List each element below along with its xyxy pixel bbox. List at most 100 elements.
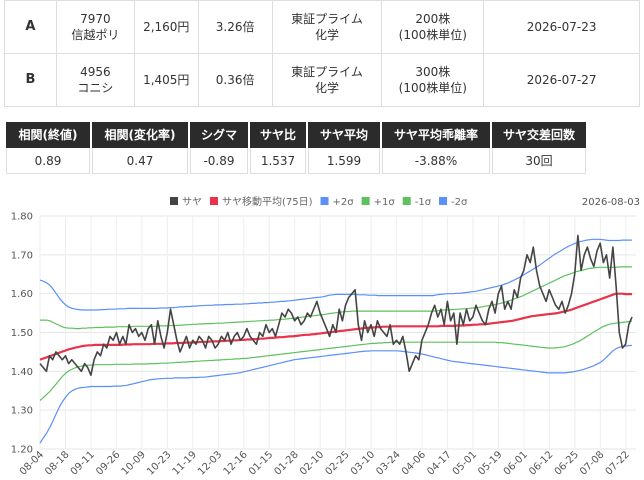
chart-grid bbox=[39, 215, 636, 450]
legend-label: +2σ bbox=[333, 197, 355, 208]
stat-column: サヤ平均 1.599 bbox=[308, 122, 380, 174]
stat-header: シグマ bbox=[190, 122, 248, 148]
stat-value: 0.47 bbox=[92, 148, 188, 174]
x-tick-label: 06-12 bbox=[527, 449, 555, 477]
stat-header: サヤ平均乖離率 bbox=[382, 122, 490, 148]
x-tick-label: 07-22 bbox=[604, 449, 632, 477]
pair-market: 東証プライム bbox=[291, 65, 363, 79]
y-tick-label: 1.80 bbox=[11, 212, 33, 223]
x-tick-label: 02-10 bbox=[298, 449, 326, 477]
x-axis: 08-0408-1809-1109-2610-0910-2311-1912-03… bbox=[18, 449, 632, 477]
y-tick-label: 1.70 bbox=[11, 250, 33, 261]
pair-cell-mkt: 東証プライム 化学 bbox=[271, 53, 383, 107]
pair-cell-unit: 300株 (100株単位) bbox=[381, 53, 485, 107]
legend-label: +1σ bbox=[374, 197, 396, 208]
stat-value: 0.89 bbox=[6, 148, 90, 174]
pair-cell-price: 1,405円 bbox=[133, 53, 199, 107]
y-tick-label: 1.40 bbox=[11, 367, 33, 378]
legend-swatch bbox=[361, 197, 370, 205]
x-tick-label: 12-16 bbox=[222, 449, 250, 477]
pair-cell-mkt: 東証プライム 化学 bbox=[271, 0, 383, 54]
pair-unit: (100株単位) bbox=[398, 28, 467, 42]
stat-column: サヤ比 1.537 bbox=[250, 122, 306, 174]
stat-value: 1.537 bbox=[250, 148, 306, 174]
x-tick-label: 03-24 bbox=[374, 449, 402, 477]
x-tick-label: 10-09 bbox=[120, 449, 148, 477]
pair-cell-per: 3.26倍 bbox=[197, 0, 273, 54]
pair-shares: 300株 bbox=[415, 65, 451, 79]
x-tick-label: 12-03 bbox=[196, 449, 224, 477]
stat-value: -3.88% bbox=[382, 148, 490, 174]
stat-column: サヤ平均乖離率 -3.88% bbox=[382, 122, 490, 174]
stat-header: 相関(終値) bbox=[6, 122, 90, 148]
pair-code: 7970 bbox=[80, 12, 111, 26]
pair-name: コニシ bbox=[77, 81, 114, 95]
x-tick-label: 05-19 bbox=[476, 449, 504, 477]
pair-cell-unit: 200株 (100株単位) bbox=[381, 0, 485, 54]
pair-row: A 7970 信越ポリ 2,160円 3.26倍 東証プライム 化学 200株 (100株単位)… bbox=[4, 0, 640, 54]
y-tick-label: 1.50 bbox=[11, 328, 33, 339]
stat-column: 相関(終値) 0.89 bbox=[6, 122, 90, 174]
x-tick-label: 06-01 bbox=[502, 449, 530, 477]
legend-label: -1σ bbox=[415, 197, 432, 208]
pair-cell-code: 7970 信越ポリ bbox=[55, 0, 135, 54]
series-line-2 bbox=[39, 238, 632, 311]
pair-date: 2026-07-27 bbox=[526, 73, 597, 87]
pair-unit: (100株単位) bbox=[398, 81, 467, 95]
x-tick-label: 06-25 bbox=[553, 449, 581, 477]
legend-swatch bbox=[210, 197, 218, 205]
stat-value: 30回 bbox=[492, 148, 586, 174]
y-axis: 1.80 1.70 1.60 1.50 1.40 1.30 1.20 bbox=[11, 212, 33, 456]
pair-table: A 7970 信越ポリ 2,160円 3.26倍 東証プライム 化学 200株 (100株単位)… bbox=[4, 0, 640, 107]
pair-cell-lbl: B bbox=[4, 53, 57, 107]
x-tick-label: 09-11 bbox=[69, 449, 97, 477]
x-tick-label: 09-26 bbox=[94, 449, 122, 477]
stat-header: 相関(変化率) bbox=[92, 122, 188, 148]
pair-cell-price: 2,160円 bbox=[133, 0, 199, 54]
x-tick-label: 03-10 bbox=[349, 449, 377, 477]
x-tick-label: 01-15 bbox=[247, 449, 275, 477]
legend-swatch bbox=[439, 197, 448, 205]
pair-sector: 化学 bbox=[314, 28, 339, 42]
legend-label: サヤ bbox=[182, 196, 202, 208]
pair-per: 3.26倍 bbox=[215, 20, 255, 34]
y-tick-label: 1.30 bbox=[11, 406, 33, 417]
legend-swatch bbox=[402, 197, 411, 205]
legend-swatch bbox=[170, 197, 178, 205]
pair-code: 4956 bbox=[80, 65, 111, 79]
stat-column: サヤ交差回数 30回 bbox=[492, 122, 586, 174]
stat-value: -0.89 bbox=[190, 148, 248, 174]
stat-header: サヤ平均 bbox=[308, 122, 380, 148]
spread-chart: 2026-08-03 サヤ サヤ移動平均(75日) +2σ +1σ -1σ -2σ 1.8… bbox=[11, 195, 640, 478]
y-tick-label: 1.20 bbox=[11, 445, 33, 456]
chart-date: 2026-08-03 bbox=[582, 197, 640, 208]
y-tick-label: 1.60 bbox=[11, 289, 33, 300]
x-tick-label: 04-17 bbox=[425, 449, 453, 477]
pair-cell-lbl: A bbox=[4, 0, 57, 54]
x-tick-label: 02-25 bbox=[323, 449, 351, 477]
pair-cell-date: 2026-07-27 bbox=[483, 53, 640, 107]
x-tick-label: 01-28 bbox=[272, 449, 300, 477]
pair-price: 2,160円 bbox=[143, 20, 190, 34]
pair-market: 東証プライム bbox=[291, 12, 363, 26]
pair-cell-date: 2026-07-23 bbox=[483, 0, 640, 54]
stat-header: サヤ交差回数 bbox=[492, 122, 586, 148]
pair-name: 信越ポリ bbox=[71, 28, 120, 42]
x-tick-label: 07-08 bbox=[578, 449, 606, 477]
pair-shares: 200株 bbox=[415, 12, 451, 26]
pair-cell-per: 0.36倍 bbox=[197, 53, 273, 107]
stat-column: 相関(変化率) 0.47 bbox=[92, 122, 188, 174]
legend-label: サヤ移動平均(75日) bbox=[222, 195, 313, 208]
pair-date: 2026-07-23 bbox=[526, 20, 597, 34]
stat-value: 1.599 bbox=[308, 148, 380, 174]
x-tick-label: 10-23 bbox=[145, 449, 173, 477]
x-tick-label: 04-06 bbox=[400, 449, 428, 477]
series-line-5 bbox=[39, 344, 633, 444]
chart-legend: サヤ サヤ移動平均(75日) +2σ +1σ -1σ -2σ bbox=[170, 195, 468, 208]
stats-table: 相関(終値) 0.89 相関(変化率) 0.47 シグマ -0.89 サヤ比 1.537 サヤ平… bbox=[6, 122, 588, 174]
x-tick-label: 11-19 bbox=[171, 449, 199, 477]
pair-per: 0.36倍 bbox=[215, 73, 255, 87]
pair-price: 1,405円 bbox=[143, 73, 190, 87]
chart-series bbox=[39, 234, 633, 444]
x-tick-label: 05-01 bbox=[451, 449, 479, 477]
